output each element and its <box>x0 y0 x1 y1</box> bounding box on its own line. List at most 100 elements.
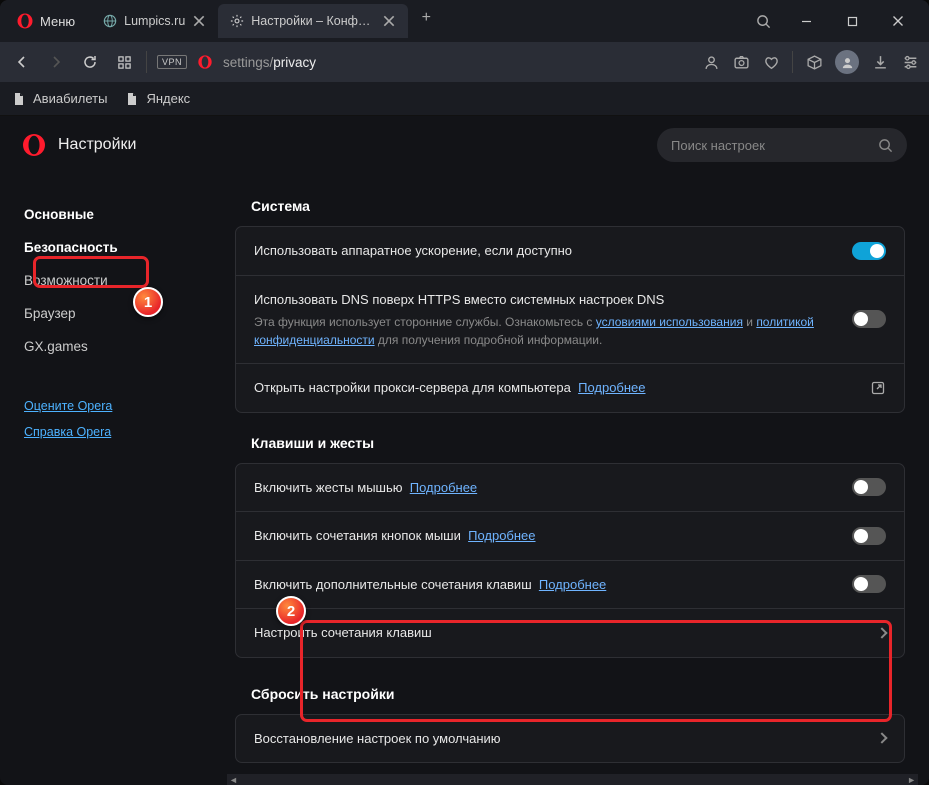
sidebar-item-security[interactable]: Безопасность <box>0 231 227 264</box>
link-more[interactable]: Подробнее <box>539 577 606 592</box>
row-subtext: Эта функция использует сторонние службы.… <box>254 313 836 349</box>
section-title-system: Система <box>251 198 905 214</box>
settings-content: Основные Безопасность Возможности Браузе… <box>0 174 929 785</box>
close-icon[interactable] <box>382 14 396 28</box>
settings-header: Настройки Поиск настроек <box>0 116 929 174</box>
download-icon[interactable] <box>871 53 889 71</box>
tab-strip: Lumpics.ru Настройки – Конфиденци + <box>91 4 743 38</box>
annotation-badge-2: 2 <box>276 596 306 626</box>
row-hw-accel: Использовать аппаратное ускорение, если … <box>236 227 904 276</box>
easy-setup-icon[interactable] <box>901 53 919 71</box>
horizontal-scrollbar[interactable]: ◄ ► <box>227 774 918 785</box>
row-label: Настроить сочетания клавиш <box>254 623 862 643</box>
link-more[interactable]: Подробнее <box>410 480 477 495</box>
menu-label: Меню <box>40 14 75 29</box>
section-title-reset: Сбросить настройки <box>251 686 905 702</box>
link-more[interactable]: Подробнее <box>578 380 645 395</box>
tab-label: Lumpics.ru <box>124 14 185 28</box>
toggle-extra-shortcuts[interactable] <box>852 575 886 593</box>
titlebar-search[interactable] <box>743 14 783 29</box>
toggle-mouse-gestures[interactable] <box>852 478 886 496</box>
row-label: Включить жесты мышью Подробнее <box>254 478 836 498</box>
sidebar-link-rate[interactable]: Оцените Opera <box>24 399 203 413</box>
close-window-button[interactable] <box>875 5 921 37</box>
bookmark-aviabilety[interactable]: Авиабилеты <box>12 91 107 106</box>
row-configure-shortcuts[interactable]: Настроить сочетания клавиш <box>236 609 904 657</box>
divider <box>792 51 793 73</box>
avatar[interactable] <box>835 50 859 74</box>
row-rocker-gestures: Включить сочетания кнопок мыши Подробнее <box>236 512 904 561</box>
url-host: settings/ <box>223 55 273 70</box>
scroll-left-icon[interactable]: ◄ <box>229 775 238 785</box>
toolbar-right <box>702 50 919 74</box>
sidebar-item-basics[interactable]: Основные <box>0 198 227 231</box>
heart-icon[interactable] <box>762 53 780 71</box>
link-more[interactable]: Подробнее <box>468 528 535 543</box>
new-tab-button[interactable]: + <box>412 4 440 32</box>
forward-button[interactable] <box>44 50 68 74</box>
bookmarks-bar: Авиабилеты Яндекс <box>0 82 929 116</box>
titlebar: Меню Lumpics.ru Настройки – Конфиденци + <box>0 0 929 42</box>
row-proxy[interactable]: Открыть настройки прокси-сервера для ком… <box>236 364 904 412</box>
tab-settings[interactable]: Настройки – Конфиденци <box>218 4 408 38</box>
settings-brand: Настройки <box>22 133 136 157</box>
reload-button[interactable] <box>78 50 102 74</box>
search-icon <box>878 138 893 153</box>
address-bar: VPN settings/privacy <box>0 42 929 82</box>
card-reset: Восстановление настроек по умолчанию <box>235 714 905 764</box>
sidebar-item-browser[interactable]: Браузер <box>0 297 227 330</box>
url-field[interactable]: settings/privacy <box>223 55 692 70</box>
external-link-icon <box>870 380 886 396</box>
settings-sidebar: Основные Безопасность Возможности Браузе… <box>0 174 227 785</box>
settings-title-text: Настройки <box>58 136 136 154</box>
settings-search[interactable]: Поиск настроек <box>657 128 907 162</box>
bookmark-yandex[interactable]: Яндекс <box>125 91 190 106</box>
menu-button[interactable]: Меню <box>8 8 83 34</box>
sidebar-link-help[interactable]: Справка Opera <box>24 425 203 439</box>
vpn-badge[interactable]: VPN <box>157 55 187 69</box>
row-restore-defaults[interactable]: Восстановление настроек по умолчанию <box>236 715 904 763</box>
row-label: Использовать аппаратное ускорение, если … <box>254 241 836 261</box>
opera-logo-icon <box>22 133 46 157</box>
link-terms[interactable]: условиями использования <box>596 315 743 329</box>
settings-main[interactable]: Система Использовать аппаратное ускорени… <box>227 174 929 785</box>
card-gestures: Включить жесты мышью Подробнее Включить … <box>235 463 905 658</box>
close-icon[interactable] <box>192 14 206 28</box>
opera-logo-icon <box>16 12 34 30</box>
back-button[interactable] <box>10 50 34 74</box>
row-label: Восстановление настроек по умолчанию <box>254 729 862 749</box>
maximize-button[interactable] <box>829 5 875 37</box>
profile-icon[interactable] <box>702 53 720 71</box>
row-label: Включить дополнительные сочетания клавиш… <box>254 575 836 595</box>
gear-icon <box>230 14 244 28</box>
opera-favicon-icon <box>197 54 213 70</box>
annotation-badge-1: 1 <box>133 287 163 317</box>
bookmark-label: Яндекс <box>146 91 190 106</box>
window-controls <box>783 5 921 37</box>
row-mouse-gestures: Включить жесты мышью Подробнее <box>236 464 904 513</box>
sidebar-item-features[interactable]: Возможности <box>0 264 227 297</box>
search-placeholder: Поиск настроек <box>671 138 765 153</box>
row-label: Использовать DNS поверх HTTPS вместо сис… <box>254 290 836 350</box>
snapshot-icon[interactable] <box>732 53 750 71</box>
toggle-rocker-gestures[interactable] <box>852 527 886 545</box>
row-label: Включить сочетания кнопок мыши Подробнее <box>254 526 836 546</box>
url-path: privacy <box>273 55 316 70</box>
toggle-hw-accel[interactable] <box>852 242 886 260</box>
row-extra-shortcuts: Включить дополнительные сочетания клавиш… <box>236 561 904 610</box>
search-icon <box>756 14 771 29</box>
tab-label: Настройки – Конфиденци <box>251 14 375 28</box>
minimize-button[interactable] <box>783 5 829 37</box>
card-system: Использовать аппаратное ускорение, если … <box>235 226 905 413</box>
scroll-right-icon[interactable]: ► <box>907 775 916 785</box>
section-title-gestures: Клавиши и жесты <box>251 435 905 451</box>
row-dns-https: Использовать DNS поверх HTTPS вместо сис… <box>236 276 904 365</box>
page-icon <box>125 92 139 106</box>
bookmark-label: Авиабилеты <box>33 91 107 106</box>
toggle-dns-https[interactable] <box>852 310 886 328</box>
tab-lumpics[interactable]: Lumpics.ru <box>91 4 218 38</box>
sidebar-item-gxgames[interactable]: GX.games <box>0 330 227 363</box>
row-label: Открыть настройки прокси-сервера для ком… <box>254 378 854 398</box>
cube-icon[interactable] <box>805 53 823 71</box>
speed-dial-button[interactable] <box>112 50 136 74</box>
